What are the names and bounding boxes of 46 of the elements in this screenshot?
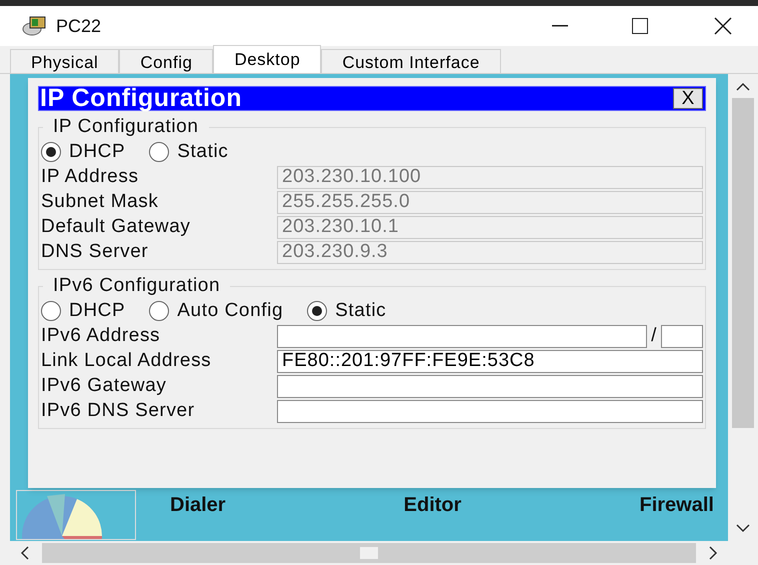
radio-button[interactable]	[41, 142, 61, 162]
field-label: Default Gateway	[41, 215, 192, 240]
input-field[interactable]	[277, 375, 703, 398]
scroll-up-icon[interactable]	[736, 82, 750, 92]
field-label: IPv6 Address	[41, 324, 162, 348]
dialog-title: IP Configuration	[39, 86, 242, 111]
field-label: IPv6 DNS Server	[41, 399, 196, 424]
radio-button[interactable]	[307, 301, 328, 321]
radio-button[interactable]	[149, 142, 170, 162]
tab[interactable]: Desktop	[213, 45, 322, 73]
input-field[interactable]: FE80::201:97FF:FE9E:53C8	[277, 350, 703, 373]
group-title: IPv6 Configuration	[52, 274, 222, 298]
field-label: IPv6 Gateway	[41, 374, 168, 398]
scrollbar-thumb[interactable]	[42, 543, 696, 563]
field-label: DNS Server	[41, 240, 150, 264]
address-field[interactable]	[277, 325, 648, 348]
radio-option[interactable]: Static	[307, 296, 386, 326]
scroll-down-icon[interactable]	[736, 523, 750, 533]
group-title: IP Configuration	[52, 115, 200, 139]
maximize-icon[interactable]	[632, 18, 648, 34]
radio-option[interactable]: Static	[149, 138, 228, 166]
field-label: Subnet Mask	[41, 190, 160, 214]
input-field[interactable]	[277, 400, 703, 423]
prefix-length-field[interactable]	[661, 325, 703, 348]
scrollbar-thumb[interactable]	[732, 98, 754, 428]
computer-icon	[22, 15, 48, 37]
radio-option[interactable]: DHCP	[41, 296, 126, 326]
tab[interactable]: Config	[119, 49, 214, 73]
scroll-left-icon[interactable]	[20, 546, 30, 560]
scroll-right-icon[interactable]	[708, 546, 718, 560]
radio-option[interactable]: DHCP	[41, 138, 126, 166]
tab[interactable]: Physical	[10, 49, 120, 73]
prefix-separator: /	[651, 324, 657, 348]
field-label: IP Address	[41, 165, 140, 190]
radio-button[interactable]	[41, 301, 61, 321]
app-label[interactable]: Firewall	[640, 490, 714, 520]
close-icon[interactable]	[714, 17, 732, 35]
app-label[interactable]: Editor	[404, 490, 462, 520]
dialog-close-button[interactable]: X	[673, 88, 703, 109]
radio-button[interactable]	[149, 301, 170, 321]
radio-option[interactable]: Auto Config	[149, 296, 284, 326]
field-label: Link Local Address	[41, 349, 212, 374]
tab[interactable]: Custom Interface	[321, 49, 501, 73]
minimize-icon[interactable]	[552, 25, 568, 27]
app-label[interactable]: Dialer	[170, 490, 226, 520]
window-title: PC22	[56, 14, 102, 38]
